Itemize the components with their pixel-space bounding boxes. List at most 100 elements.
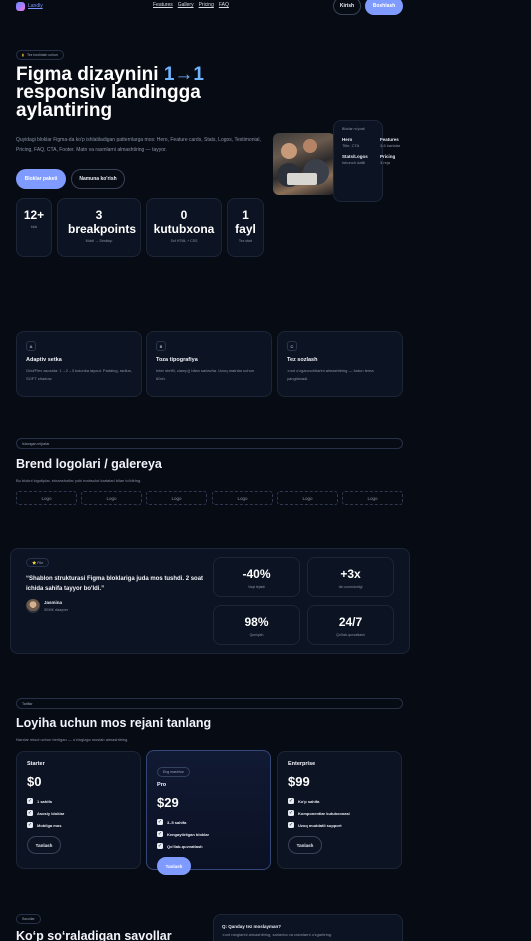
metric-value: 98% <box>244 615 269 629</box>
plan-feature-label: 3–5 sahifa <box>167 819 187 825</box>
logos-title: Brend logolari / galereya <box>16 457 162 471</box>
plan-card-pro: Eng mashhur Pro $29 ✓ 3–5 sahifa ✓ Kengayt… <box>146 750 271 875</box>
plan-feature: ✓ 3–5 sahifa <box>157 816 260 828</box>
feature-title: Toza tipografiya <box>156 357 198 363</box>
choose-plan-button[interactable]: Tanlash <box>288 836 322 854</box>
bolt-icon: ▮ <box>22 53 24 57</box>
check-icon: ✓ <box>27 809 33 816</box>
plan-feature: ✓ Komponentlar kutubxonasi <box>288 807 391 819</box>
plan-feature-label: Kengaytirilgan bloklar <box>167 831 210 837</box>
feature-badge: A <box>26 341 36 351</box>
feature-desc: Inter shrifti, clamp() bilan sarlavha. U… <box>156 368 255 381</box>
hero-title-line3: aylantiring <box>16 100 113 121</box>
feature-badge: C <box>287 341 297 351</box>
block-sub: 3-6 kartalar <box>380 143 401 148</box>
check-icon: ✓ <box>27 821 33 828</box>
block-sub: Ishonch dalili <box>342 160 366 165</box>
logo-placeholder: Logo <box>277 491 338 505</box>
plan-feature-label: Komponentlar kutubxonasi <box>298 810 350 816</box>
stat-value: 3 breakpoints <box>68 208 137 236</box>
plan-feature: ✓ Asosiy bloklar <box>27 807 130 819</box>
testimonial-chip: ⭐ Fikr <box>26 558 50 567</box>
logo-placeholder: Logo <box>212 491 273 505</box>
metric-label: Qoniqish <box>249 633 264 637</box>
pricing-title: Loyiha uchun mos rejani tanlang <box>16 716 212 730</box>
plan-feature-label: Asosiy bloklar <box>37 810 65 816</box>
nav-link-gallery[interactable]: Gallery <box>178 2 194 8</box>
plan-feature-label: 1 sahifa <box>37 798 52 804</box>
feature-badge: B <box>156 341 166 351</box>
hero-title: Figma dizaynini 1→1 responsiv landingga … <box>16 65 266 121</box>
plan-feature: ✓ Ko'p sahifa <box>288 795 391 807</box>
plan-feature: ✓ Qo'llab-quvvatlash <box>157 840 260 852</box>
plan-price: $29 <box>157 795 179 810</box>
stat-card: 0 kutubxona Sof HTML + CSS <box>146 198 222 257</box>
plan-name: Pro <box>157 782 167 788</box>
metric-value: 24/7 <box>338 615 363 629</box>
metric-value: +3x <box>340 567 361 581</box>
stat-card: 1 fayl Tez start <box>227 198 264 257</box>
faq-question[interactable]: Q: Qanday tez moslayman? <box>222 924 394 929</box>
nav-link-pricing[interactable]: Pricing <box>199 2 214 8</box>
plan-feature-label: Ko'p sahifa <box>298 798 320 804</box>
metric-label: Qo'llab-quvvatlash <box>336 633 365 637</box>
check-icon: ✓ <box>27 797 33 804</box>
metric-card: +3x Ish unumdorligi <box>307 557 394 597</box>
check-icon: ✓ <box>288 821 294 828</box>
check-icon: ✓ <box>288 809 294 816</box>
view-sample-button[interactable]: Namuna ko'rish <box>71 169 125 189</box>
plan-card-enterprise: Enterprise $99 ✓ Ko'p sahifa ✓ Komponentla… <box>277 751 402 869</box>
feature-card: C Tez sozlash :root o'zgaruvchilarini al… <box>277 331 403 397</box>
stat-card: 12+ blok <box>16 198 52 257</box>
plan-feature-label: Mobilga mos <box>37 822 62 828</box>
check-icon: ✓ <box>288 797 294 804</box>
brand-logo-icon[interactable] <box>16 2 25 11</box>
metric-card: -40% Vaqt tejaldi <box>213 557 300 597</box>
metric-label: Vaqt tejaldi <box>247 585 266 589</box>
check-icon: ✓ <box>157 830 163 837</box>
metric-card: 98% Qoniqish <box>213 605 300 645</box>
testimonial-quote: “Shablon strukturasi Figma bloklariga ju… <box>26 576 204 592</box>
plan-price: $99 <box>288 774 310 789</box>
blocks-pack-button[interactable]: Bloklar paketi <box>16 169 66 189</box>
check-icon: ✓ <box>157 818 163 825</box>
faq-title: Ko‘p so‘raladigan savollar <box>16 929 172 941</box>
feature-title: Adaptiv setka <box>26 357 62 363</box>
hero-photo <box>273 133 335 195</box>
faq-answer: :root ranglarini almashtiring, sarlavha … <box>222 932 333 937</box>
pricing-chip: Tariflar <box>16 698 403 709</box>
testimonial-author: Jasmina <box>44 600 63 605</box>
feature-title: Tez sozlash <box>287 357 318 363</box>
nav-link-features[interactable]: Features <box>153 2 173 8</box>
blocks-list-card: Bloklar ro'yxati Hero Title, CTA Features… <box>333 120 400 202</box>
signup-button[interactable]: Boshlash <box>365 0 403 15</box>
blocks-list-title: Bloklar ro'yxati <box>342 127 365 131</box>
plan-price: $0 <box>27 774 42 789</box>
stat-card: 3 breakpoints Mobil → Desktop <box>57 198 141 257</box>
hero-description: Quyidagi bloklar Figma-da ko'p ishlatila… <box>16 137 261 153</box>
brand-name[interactable]: Landly <box>28 3 43 9</box>
choose-plan-button[interactable]: Tanlash <box>27 836 61 854</box>
logos-desc: Bu blokni logotiplar, ekranshotlar yoki … <box>16 478 142 483</box>
faq-item[interactable]: Q: Qanday tez moslayman? :root ranglarin… <box>213 914 403 941</box>
nav-link-faq[interactable]: FAQ <box>219 2 229 8</box>
testimonial-role: SEMK dizayner <box>44 608 69 612</box>
logo-placeholder: Logo <box>16 491 77 505</box>
nav-links: Features Gallery Pricing FAQ <box>153 2 229 8</box>
plan-feature: ✓ Kengaytirilgan bloklar <box>157 828 260 840</box>
stat-label: Sof HTML + CSS <box>170 239 198 243</box>
plan-feature: ✓ Uzoq muddatli support <box>288 819 391 831</box>
stat-label: blok <box>30 225 38 229</box>
block-sub: 3 reja <box>380 160 391 165</box>
feature-desc: Grid/Flex asosida: 1→2→3 kolonka layout.… <box>26 368 132 381</box>
plan-feature-label: Uzoq muddatli support <box>298 822 342 828</box>
hero-badge: ▮ Tez boshlash uchun <box>16 50 64 60</box>
stat-value: 12+ <box>23 208 45 222</box>
choose-plan-button[interactable]: Tanlash <box>157 857 191 875</box>
faq-chip: Savollar <box>16 914 41 924</box>
hero-badge-label: Tez boshlash uchun <box>26 53 58 57</box>
plan-card-starter: Starter $0 ✓ 1 sahifa ✓ Asosiy bloklar ✓ Mo… <box>16 751 141 869</box>
login-button[interactable]: Kirish <box>333 0 361 15</box>
plan-name: Enterprise <box>288 761 316 767</box>
metric-card: 24/7 Qo'llab-quvvatlash <box>307 605 394 645</box>
